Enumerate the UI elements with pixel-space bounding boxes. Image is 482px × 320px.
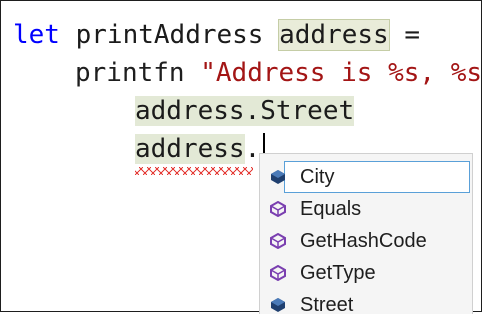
completion-label: GetType — [300, 261, 376, 284]
completion-item-street[interactable]: Street — [260, 290, 472, 320]
code-line-2: printfn "Address is %s, %s" — [75, 55, 482, 91]
code-line-1: let printAddress address = — [13, 17, 420, 53]
completion-item-equals[interactable]: Equals — [260, 194, 472, 224]
code-editor[interactable]: let printAddress address = printfn "Addr… — [0, 0, 482, 316]
member-access-dot: . — [244, 134, 261, 164]
address-identifier: address — [135, 134, 245, 164]
method-icon — [270, 265, 286, 281]
format-string: "Address is %s, %s" — [200, 58, 482, 88]
completion-item-gethashcode[interactable]: GetHashCode — [260, 226, 472, 256]
intellisense-popup[interactable]: City Equals GetHashCode GetType Street — [259, 153, 473, 316]
method-icon — [270, 233, 286, 249]
address-street-expr: address.Street — [135, 96, 355, 126]
printfn-call: printfn — [75, 58, 185, 88]
code-line-4: address. — [135, 131, 260, 167]
error-squiggle — [135, 167, 253, 175]
property-icon — [270, 169, 286, 185]
property-icon — [270, 297, 286, 313]
completion-label: City — [300, 165, 335, 188]
keyword-let: let — [13, 20, 60, 50]
parameter-highlight: address — [278, 19, 390, 51]
completion-item-gettype[interactable]: GetType — [260, 258, 472, 288]
completion-label: Equals — [300, 197, 362, 220]
completion-label: GetHashCode — [300, 229, 427, 252]
equals-sign: = — [388, 20, 421, 50]
completion-label: Street — [300, 293, 354, 316]
function-name: printAddress — [59, 20, 280, 50]
completion-item-city[interactable]: City — [260, 161, 472, 193]
code-line-3: address.Street — [135, 93, 355, 129]
method-icon — [270, 201, 286, 217]
